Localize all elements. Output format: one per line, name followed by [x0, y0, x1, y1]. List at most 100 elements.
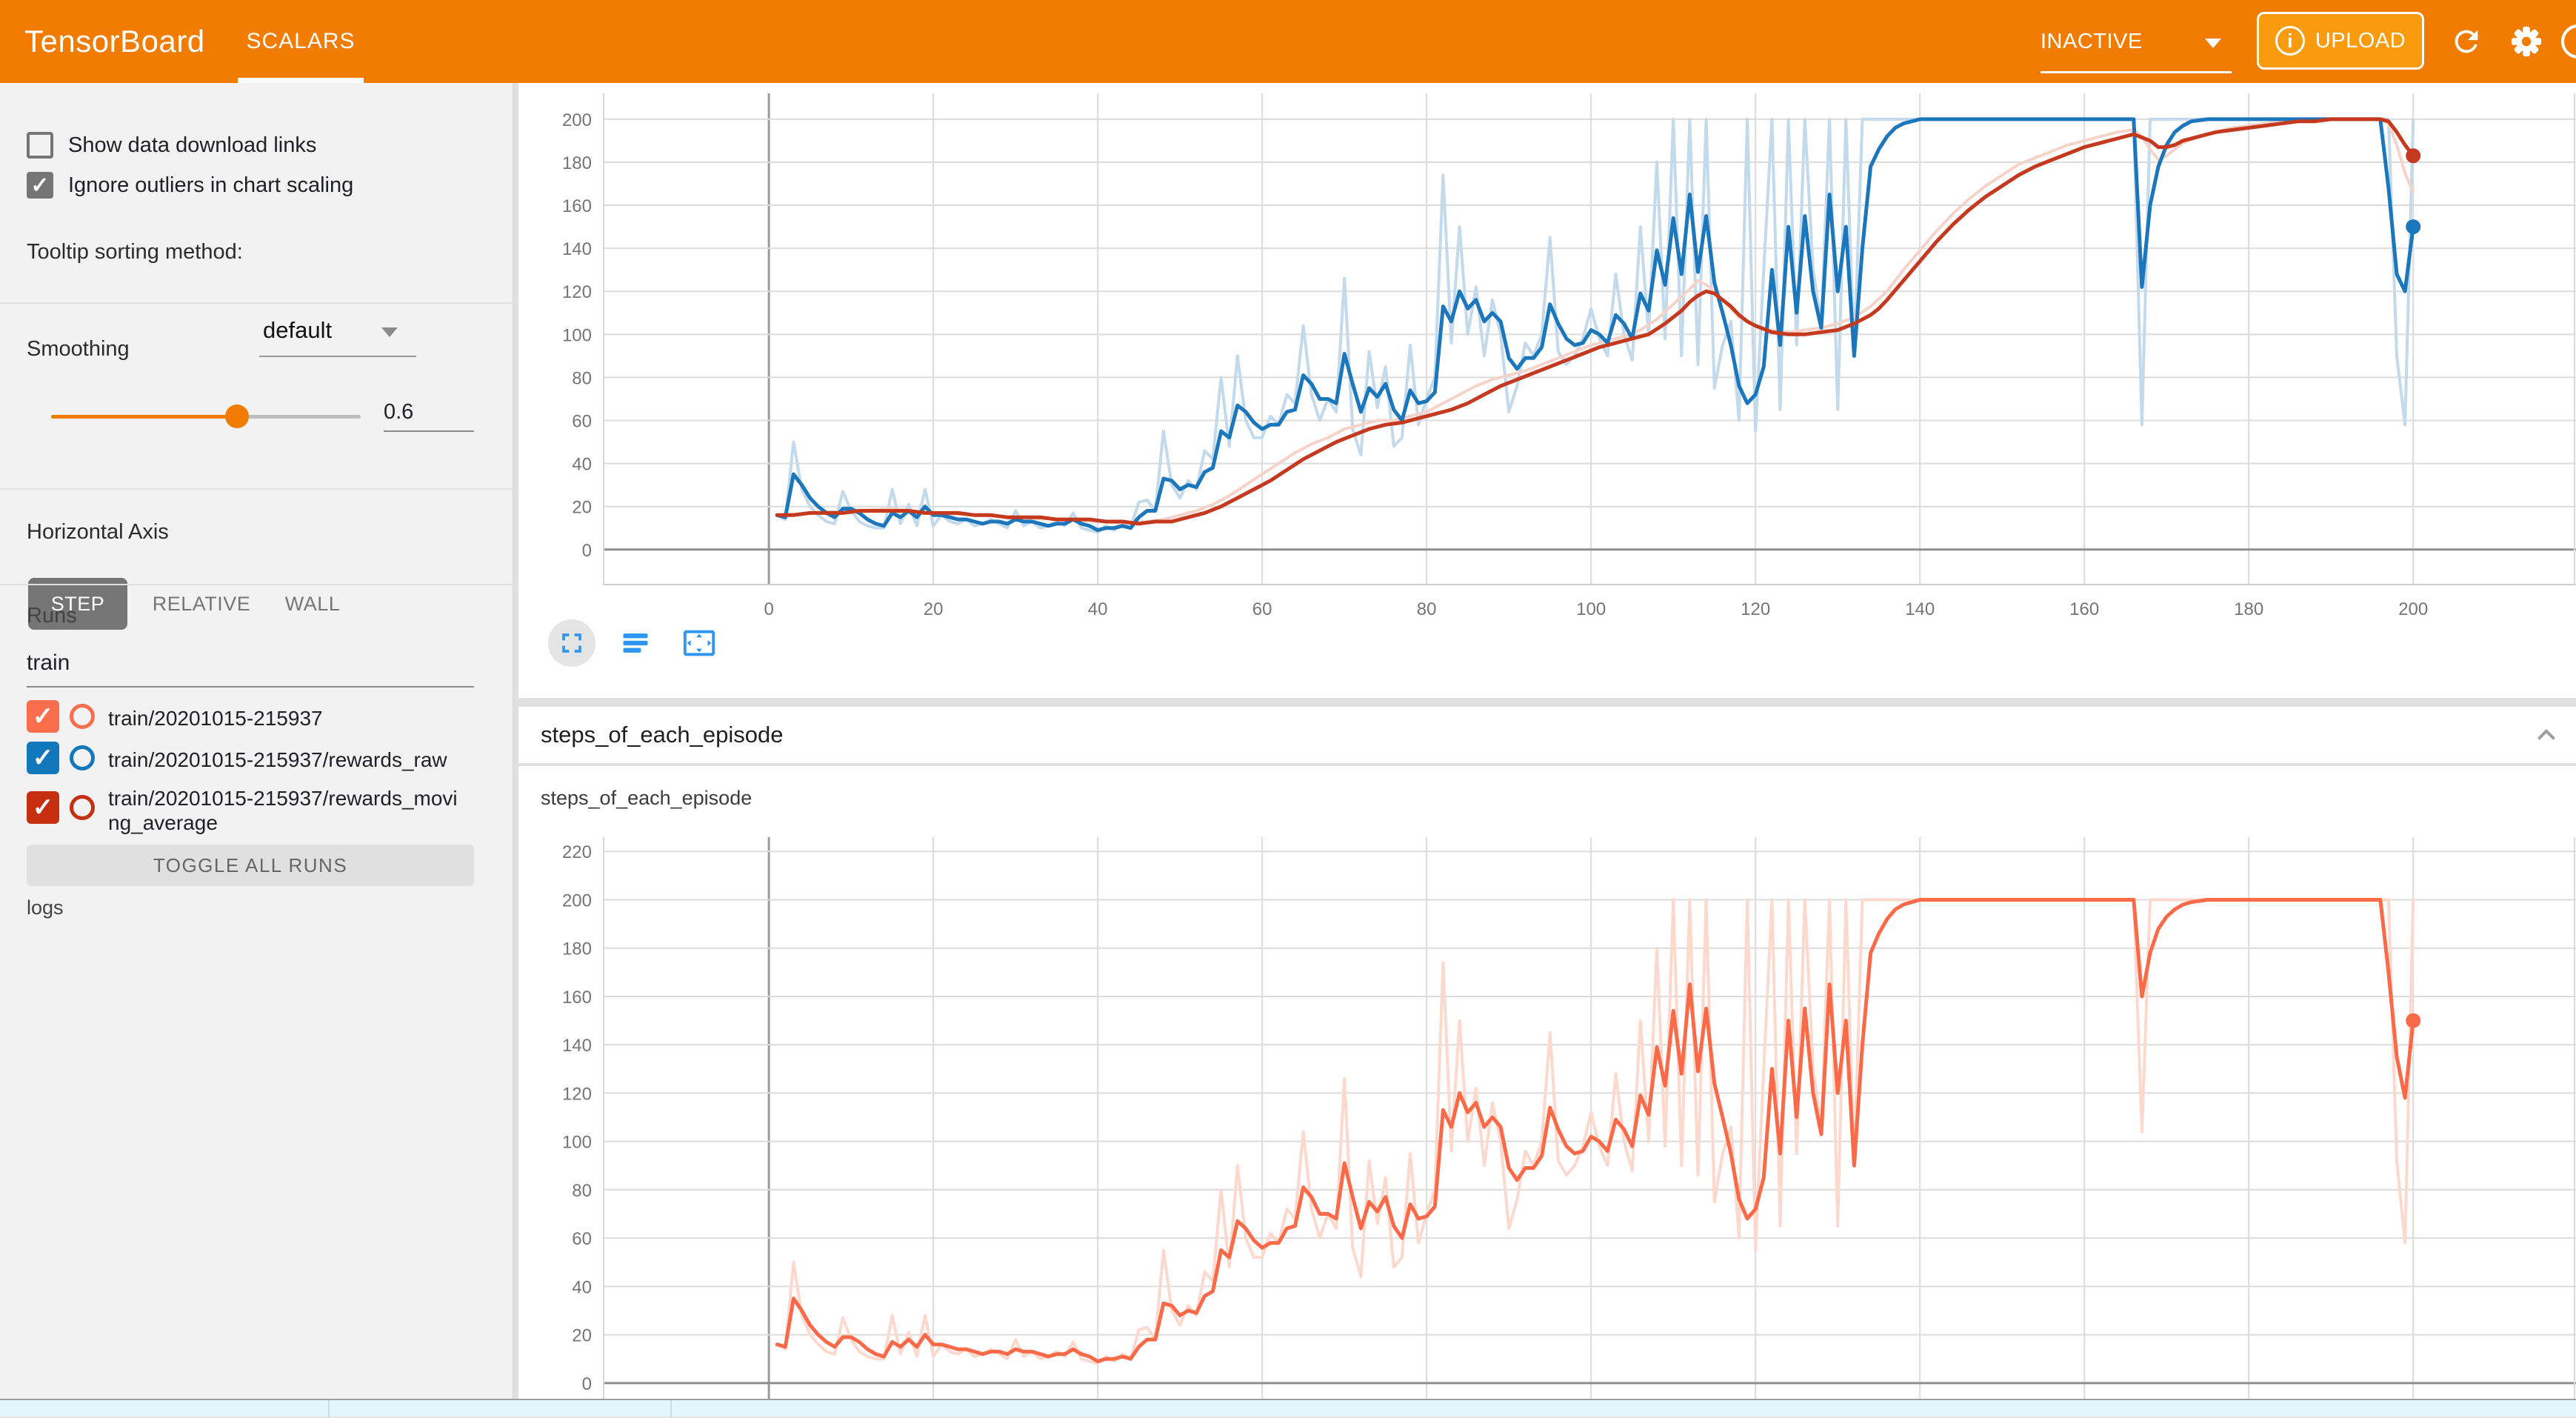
svg-text:40: 40 [1088, 599, 1108, 619]
tooltip-sorting-dropdown[interactable]: default [263, 317, 332, 344]
svg-text:20: 20 [572, 498, 592, 518]
svg-text:140: 140 [562, 1036, 592, 1056]
bottom-overlay-strip [0, 1399, 2576, 1417]
run-name: train/20201015-215937 [108, 706, 468, 730]
checkbox-ignore-outliers[interactable]: ✓ [27, 172, 53, 199]
svg-text:80: 80 [1417, 599, 1437, 619]
svg-text:100: 100 [562, 1133, 592, 1153]
status-dropdown-underline [2041, 71, 2232, 73]
strip-divider [328, 1400, 330, 1418]
svg-text:40: 40 [572, 1277, 592, 1297]
chevron-down-icon [381, 327, 398, 337]
smoothing-slider[interactable] [51, 415, 361, 419]
scalar-chart-rewards[interactable]: 0204060801001201401601802000204060801001… [518, 93, 2576, 624]
run-row[interactable]: ✓ train/20201015-215937 [0, 700, 514, 740]
svg-text:60: 60 [1252, 599, 1272, 619]
run-color-radio[interactable] [70, 704, 95, 729]
upload-button[interactable]: i UPLOAD [2257, 12, 2424, 70]
svg-text:220: 220 [562, 842, 592, 862]
svg-text:0: 0 [764, 599, 773, 619]
svg-text:20: 20 [572, 1326, 592, 1346]
svg-text:180: 180 [562, 939, 592, 959]
svg-text:200: 200 [2398, 599, 2428, 619]
logs-directory-label: logs [27, 896, 64, 919]
chart-toolbar [548, 613, 723, 673]
refresh-icon[interactable] [2449, 24, 2483, 59]
divider [0, 302, 514, 304]
run-row[interactable]: ✓ train/20201015-215937/rewards_raw [0, 742, 514, 782]
svg-text:100: 100 [1576, 599, 1606, 619]
app-header: TensorBoard SCALARS INACTIVE i UPLOAD [0, 0, 2576, 83]
chevron-down-icon [2205, 39, 2221, 48]
tooltip-sorting-underline [259, 356, 416, 357]
tooltip-sorting-label: Tooltip sorting method: [27, 240, 243, 264]
tag-section-header[interactable]: steps_of_each_episode [518, 707, 2576, 763]
checkbox-show-download-links[interactable] [27, 132, 53, 159]
info-icon: i [2275, 26, 2305, 56]
axis-button-wall[interactable]: WALL [276, 578, 350, 630]
run-checkbox[interactable]: ✓ [27, 742, 59, 774]
help-icon-partial[interactable] [2561, 24, 2576, 59]
svg-text:160: 160 [562, 988, 592, 1008]
run-name: train/20201015-215937/rewards_raw [108, 748, 468, 772]
smoothing-slider-fill [51, 415, 237, 419]
axis-button-relative[interactable]: RELATIVE [145, 578, 258, 630]
svg-text:0: 0 [582, 541, 592, 561]
svg-text:120: 120 [562, 282, 592, 302]
expand-chart-button[interactable] [548, 619, 595, 667]
tab-active-underline [238, 78, 364, 83]
run-name: train/20201015-215937/rewards_moving_ave… [108, 786, 468, 835]
svg-text:180: 180 [562, 153, 592, 173]
strip-divider [670, 1400, 672, 1418]
run-row[interactable]: ✓ train/20201015-215937/rewards_moving_a… [0, 783, 514, 842]
app-title: TensorBoard [24, 0, 205, 83]
svg-text:140: 140 [562, 239, 592, 259]
svg-text:40: 40 [572, 455, 592, 475]
data-download-button[interactable] [612, 619, 659, 667]
svg-text:160: 160 [2069, 599, 2099, 619]
divider [0, 488, 514, 490]
svg-text:80: 80 [572, 1181, 592, 1201]
smoothing-slider-thumb[interactable] [225, 405, 249, 428]
checkbox-label[interactable]: Show data download links [68, 130, 316, 160]
svg-text:160: 160 [562, 196, 592, 216]
svg-text:80: 80 [572, 368, 592, 388]
svg-text:180: 180 [2234, 599, 2263, 619]
upload-button-label: UPLOAD [2315, 29, 2406, 53]
run-color-radio[interactable] [70, 745, 95, 770]
collapse-chevron-up-icon[interactable] [2529, 717, 2564, 753]
runs-label: Runs [27, 604, 77, 628]
svg-text:20: 20 [924, 599, 944, 619]
svg-text:120: 120 [562, 1084, 592, 1104]
fit-to-data-button[interactable] [675, 619, 723, 667]
status-dropdown[interactable]: INACTIVE [2041, 22, 2232, 71]
dashboard-content: 0204060801001201401601802000204060801001… [514, 83, 2576, 1417]
svg-text:60: 60 [572, 412, 592, 432]
smoothing-label: Smoothing [27, 337, 130, 362]
run-checkbox[interactable]: ✓ [27, 791, 59, 824]
svg-text:140: 140 [1905, 599, 1935, 619]
status-dropdown-value: INACTIVE [2041, 30, 2143, 53]
chart-title: steps_of_each_episode [541, 787, 752, 810]
checkbox-label[interactable]: Ignore outliers in chart scaling [68, 170, 353, 200]
svg-text:120: 120 [1741, 599, 1770, 619]
smoothing-value-input[interactable] [384, 400, 474, 432]
divider [0, 584, 514, 585]
tab-scalars[interactable]: SCALARS [238, 0, 364, 83]
scalar-chart-steps-of-each-episode[interactable]: 0 20 40 60 80 100 120 140 160 180 200 220 [518, 837, 2576, 1400]
scalar-chart-card-steps: steps_of_each_episode 0 20 40 60 80 100 120 140… [518, 766, 2576, 1417]
toggle-all-runs-button[interactable]: TOGGLE ALL RUNS [27, 845, 474, 886]
fit-domain-icon [682, 626, 716, 660]
tag-section-title: steps_of_each_episode [541, 722, 783, 748]
run-color-radio[interactable] [70, 795, 95, 820]
run-checkbox[interactable]: ✓ [27, 700, 59, 733]
svg-text:200: 200 [562, 891, 592, 911]
settings-gear-icon[interactable] [2509, 24, 2543, 59]
svg-text:200: 200 [562, 110, 592, 130]
svg-text:0: 0 [582, 1374, 592, 1394]
runs-filter-input[interactable] [27, 650, 474, 688]
svg-text:60: 60 [572, 1229, 592, 1249]
list-bars-icon [619, 627, 652, 659]
scalar-chart-card-top: 0204060801001201401601802000204060801001… [518, 83, 2576, 698]
fullscreen-icon [555, 627, 588, 659]
